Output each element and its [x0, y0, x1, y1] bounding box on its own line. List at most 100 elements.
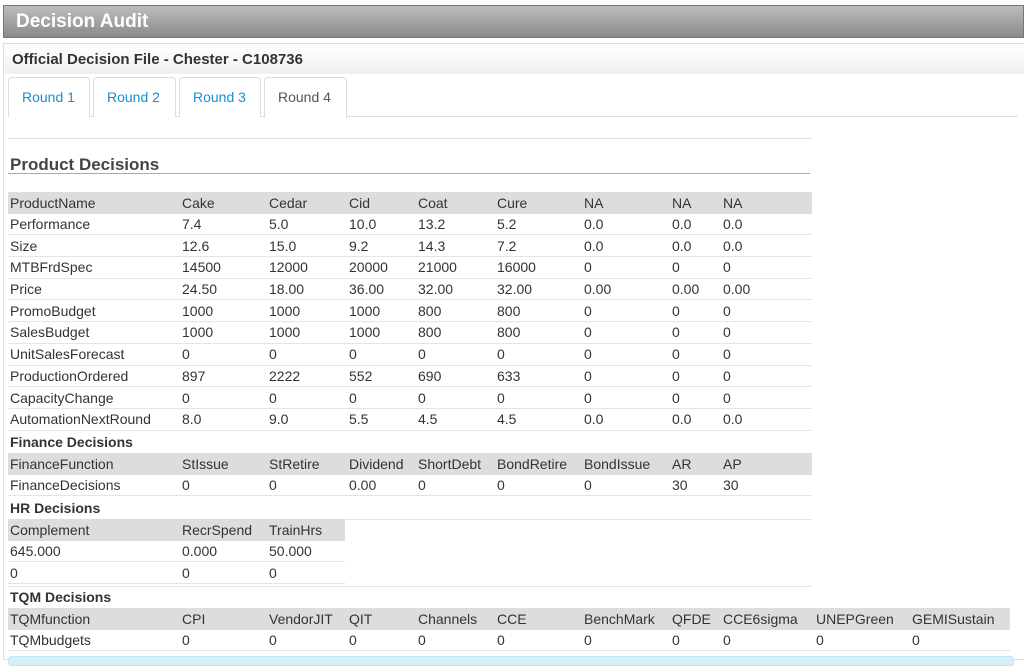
app-title-bar: Decision Audit: [3, 5, 1024, 38]
finance-decisions-heading: Finance Decisions: [10, 434, 133, 450]
table-cell: 4.5: [418, 411, 438, 428]
table-row: AutomationNextRound 8.0 9.0 5.5 4.5 4.5 0.0 0.0…: [8, 409, 812, 431]
column-header: StRetire: [269, 455, 320, 472]
table-cell: 1000: [349, 302, 381, 319]
table-cell: 0.0: [672, 216, 692, 233]
table-cell: 0.0: [723, 411, 743, 428]
tab-round-3[interactable]: Round 3: [179, 77, 261, 117]
table-cell: 0: [349, 632, 357, 649]
divider: [8, 138, 812, 139]
table-row: ProductionOrdered 897 2222 552 690 633 0 0 0: [8, 366, 812, 388]
panel-heading: Official Decision File - Chester - C1087…: [4, 44, 1024, 74]
table-cell: 0: [269, 389, 277, 406]
table-cell: 0: [182, 346, 190, 363]
column-header: Cake: [182, 194, 215, 211]
table-cell: 0: [672, 367, 680, 384]
column-header: TQMfunction: [10, 610, 91, 627]
table-cell: 0: [723, 324, 731, 341]
table-cell: 0: [584, 389, 592, 406]
table-cell: 0: [672, 346, 680, 363]
table-row: Price 24.50 18.00 36.00 32.00 32.00 0.00 0.00 0.…: [8, 279, 812, 301]
table-cell: Size: [10, 237, 38, 254]
table-row: TQMbudgets 0 0 0 0 0 0 0 0 0 0: [8, 630, 1010, 652]
table-cell: 5.5: [349, 411, 369, 428]
table-cell: 690: [418, 367, 442, 384]
column-header: FinanceFunction: [10, 455, 114, 472]
column-header: BenchMark: [584, 610, 655, 627]
table-cell: 0: [418, 477, 426, 494]
table-row: SalesBudget 1000 1000 1000 800 800 0 0 0: [8, 322, 812, 344]
table-cell: 0.0: [584, 216, 604, 233]
round-tabs: Round 1 Round 2 Round 3 Round 4: [8, 77, 1018, 118]
tab-round-2[interactable]: Round 2: [93, 77, 176, 117]
table-cell: 4.5: [497, 411, 517, 428]
table-cell: 0: [182, 477, 190, 494]
table-cell: 7.2: [497, 237, 517, 254]
product-decisions-table: ProductName Cake Cedar Cid Coat Cure NA NA NA Per…: [8, 192, 812, 431]
table-header-row: Complement RecrSpend TrainHrs: [8, 519, 345, 541]
table-row: PromoBudget 1000 1000 1000 800 800 0 0 0: [8, 300, 812, 323]
table-cell: 1000: [269, 324, 301, 341]
table-cell: 0: [497, 389, 505, 406]
table-cell: 0: [672, 632, 680, 649]
column-header: NA: [723, 194, 743, 211]
table-cell: 0: [418, 632, 426, 649]
table-cell: 0: [584, 632, 592, 649]
table-row: 0 0 0: [8, 562, 345, 585]
table-cell: 32.00: [418, 281, 454, 298]
table-cell: 8.0: [182, 411, 202, 428]
table-cell: 0.00: [672, 281, 700, 298]
column-header: CCE: [497, 610, 527, 627]
table-header-row: ProductName Cake Cedar Cid Coat Cure NA NA NA: [8, 192, 812, 214]
column-header: Dividend: [349, 455, 404, 472]
table-header-row: FinanceFunction StIssue StRetire Dividend Sh…: [8, 453, 812, 475]
table-cell: 1000: [269, 302, 301, 319]
column-header: BondRetire: [497, 455, 568, 472]
table-cell: 0: [418, 389, 426, 406]
table-cell: MTBFrdSpec: [10, 259, 93, 276]
tab-round-4[interactable]: Round 4: [264, 77, 347, 118]
table-cell: 0: [182, 389, 190, 406]
column-header: Cid: [349, 194, 371, 211]
table-cell: 0: [584, 367, 592, 384]
column-header: RecrSpend: [182, 521, 253, 538]
table-cell: 5.0: [269, 216, 289, 233]
table-cell: 0: [584, 477, 592, 494]
column-header: StIssue: [182, 455, 229, 472]
table-cell: 18.00: [269, 281, 305, 298]
table-cell: 7.4: [182, 216, 202, 233]
column-header: NA: [584, 194, 604, 211]
table-row: FinanceDecisions 0 0 0.00 0 0 0 30 30: [8, 475, 812, 497]
table-cell: 800: [497, 302, 521, 319]
table-cell: 0: [349, 346, 357, 363]
table-cell: 645.000: [10, 543, 61, 560]
table-cell: 0: [912, 632, 920, 649]
hr-decisions-table: Complement RecrSpend TrainHrs 645.000 0.000 5…: [8, 519, 345, 585]
table-cell: 0: [584, 346, 592, 363]
table-cell: 800: [418, 324, 442, 341]
table-cell: 0: [723, 367, 731, 384]
table-cell: 0: [672, 324, 680, 341]
table-cell: FinanceDecisions: [10, 477, 121, 494]
table-cell: 12000: [269, 259, 308, 276]
column-header: VendorJIT: [269, 610, 333, 627]
tab-round-1[interactable]: Round 1: [8, 77, 90, 117]
table-cell: 0.000: [182, 543, 218, 560]
table-cell: PromoBudget: [10, 302, 96, 319]
table-cell: 9.0: [269, 411, 289, 428]
table-cell: 0: [269, 346, 277, 363]
table-cell: 0: [723, 346, 731, 363]
column-header: CPI: [182, 610, 206, 627]
table-cell: 24.50: [182, 281, 218, 298]
table-cell: 0.0: [723, 237, 743, 254]
table-cell: 30: [672, 477, 688, 494]
table-cell: 0.0: [584, 237, 604, 254]
table-cell: 0.0: [672, 237, 692, 254]
column-header: Coat: [418, 194, 448, 211]
table-cell: 633: [497, 367, 521, 384]
tqm-decisions-table: TQMfunction CPI VendorJIT QIT Channels CCE Ben…: [8, 608, 1010, 652]
table-cell: SalesBudget: [10, 324, 90, 341]
table-cell: 14.3: [418, 237, 446, 254]
table-cell: 0: [497, 346, 505, 363]
hr-decisions-heading: HR Decisions: [10, 500, 101, 516]
